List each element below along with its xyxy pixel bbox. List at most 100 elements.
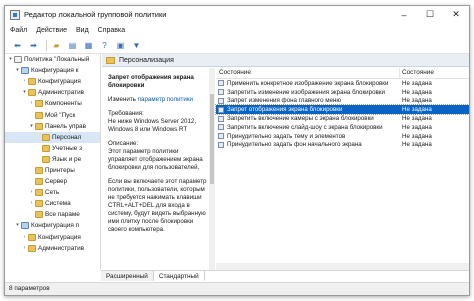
close-icon: ✕	[452, 9, 460, 19]
tree-item-label: Мой "Пуск	[45, 111, 76, 119]
policy-name-cell: Принудительно задать фон начального экра…	[216, 141, 400, 148]
collapsed-chevron-icon[interactable]: ›	[21, 232, 28, 243]
policy-row[interactable]: Принудительно задать тему и элементов Не …	[216, 132, 469, 141]
maximize-button[interactable]: ☐	[417, 6, 443, 23]
tree-item[interactable]: Принтеры	[5, 165, 100, 176]
show-tree-button[interactable]: ▤	[66, 39, 79, 52]
tree-item[interactable]: Язык и ре	[5, 154, 100, 165]
tree-item-label: Административ	[38, 244, 85, 252]
filter-icon: ▼	[132, 40, 141, 50]
policy-status: Не задана	[402, 132, 432, 140]
expanded-chevron-icon[interactable]: ▾	[14, 65, 21, 76]
collapsed-chevron-icon[interactable]: ›	[28, 198, 35, 209]
policy-setting-icon	[218, 89, 224, 96]
export-button[interactable]: ▣	[114, 39, 127, 52]
expanded-chevron-icon[interactable]: ▾	[14, 220, 21, 231]
description-block: Описание: Этот параметр политики управляе…	[108, 140, 208, 172]
tree-item[interactable]: ▾ Панель управ	[5, 121, 100, 132]
tree-item[interactable]: Все параме	[5, 209, 100, 220]
folder-up-button[interactable]: ▰	[50, 39, 63, 52]
requirements: Требования: Не ниже Windows Server 2012, …	[108, 110, 208, 134]
policy-name: Запрет отображения экрана блокировки	[227, 106, 343, 114]
tree-item[interactable]: ▾ Политика "Локальный	[5, 54, 100, 65]
close-button[interactable]: ✕	[443, 6, 469, 23]
policy-name-cell: Применить конкретное изображение экрана …	[216, 80, 400, 87]
tree-item[interactable]: › Административ	[5, 243, 100, 254]
tree-item[interactable]: ▾ Конфигурация к	[5, 65, 100, 76]
column-header-status[interactable]: Состояние	[400, 68, 469, 78]
tree-item-label: Сервер	[45, 178, 68, 186]
description-pane: Запрет отображения экрана блокировки Изм…	[102, 68, 214, 270]
policy-list: Состояние Состояние Применить конкретное…	[215, 68, 469, 270]
menu-file[interactable]: Файл	[10, 27, 27, 34]
tab-standard[interactable]: Стандартный	[153, 271, 205, 281]
policy-status: Не задана	[402, 141, 432, 149]
status-text: 8 параметров	[9, 285, 50, 292]
back-button[interactable]: ⬅	[11, 39, 24, 52]
tree-item[interactable]: Персонал	[5, 131, 100, 143]
tree-item[interactable]: Сервер	[5, 176, 100, 187]
tree-item[interactable]: › Система	[5, 198, 100, 209]
properties-button[interactable]: ▦	[82, 39, 95, 52]
menu-action[interactable]: Действие	[36, 27, 67, 34]
computer-icon	[21, 67, 29, 75]
tree-item-label: Принтеры	[45, 166, 75, 174]
list-horizontal-scrollbar[interactable]	[216, 263, 469, 270]
tree-item[interactable]: ▾ Конфигурация п	[5, 220, 100, 231]
window-title: Редактор локальной групповой политики	[24, 10, 167, 19]
help-button[interactable]: ?	[98, 39, 111, 52]
tree-item[interactable]: › Компоненты	[5, 98, 100, 109]
tree-item[interactable]: › Конфигурация	[5, 232, 100, 243]
tab-extended[interactable]: Расширенный	[101, 271, 154, 281]
filter-button[interactable]: ▼	[130, 39, 143, 52]
folder-icon	[106, 56, 115, 64]
policy-row[interactable]: Принудительно задать фон начального экра…	[216, 141, 469, 150]
tree-item-label: Все параме	[45, 211, 80, 219]
tree-item-label: Конфигурация	[38, 233, 81, 241]
tree-item[interactable]: › Конфигурация	[5, 76, 100, 87]
menu-view[interactable]: Вид	[76, 27, 89, 34]
tree-item-label: Конфигурация	[38, 78, 81, 86]
policy-name: Принудительно задать фон начального экра…	[227, 141, 362, 149]
tree-item-label: Конфигурация п	[31, 222, 80, 230]
policy-status: Не задана	[402, 88, 432, 96]
tree-item-label: Панель управ	[45, 122, 87, 130]
column-header-state[interactable]: Состояние	[216, 68, 400, 78]
tree-item[interactable]: Мой "Пуск	[5, 109, 100, 120]
policy-row[interactable]: Запрет изменения фона главного меню Не за…	[216, 97, 469, 106]
expanded-chevron-icon[interactable]: ▾	[28, 121, 35, 132]
policy-title: Запрет отображения экрана блокировки	[108, 74, 194, 89]
collapsed-chevron-icon[interactable]: ›	[21, 76, 28, 87]
collapsed-chevron-icon[interactable]: ›	[21, 243, 28, 254]
menu-help[interactable]: Справка	[98, 27, 125, 34]
tree-item-label: Язык и ре	[52, 155, 82, 163]
policy-row[interactable]: Применить конкретное изображение экрана …	[216, 79, 469, 88]
folder-icon	[28, 78, 36, 86]
forward-button[interactable]: ➡	[27, 39, 40, 52]
tree-item-label: Сеть	[45, 189, 60, 197]
collapsed-chevron-icon[interactable]: ›	[28, 187, 35, 198]
policy-row[interactable]: Запретить включение слайд-шоу с экрана б…	[216, 123, 469, 132]
tree-item[interactable]: Учетные з	[5, 143, 100, 154]
policy-row[interactable]: Запретить включение камеры с экрана блок…	[216, 114, 469, 123]
edit-policy-link[interactable]: параметр политики	[138, 96, 193, 103]
expanded-chevron-icon[interactable]: ▾	[7, 54, 14, 65]
expanded-chevron-icon[interactable]: ▾	[21, 87, 28, 98]
policy-setting-icon	[218, 133, 224, 140]
collapsed-chevron-icon[interactable]: ›	[28, 98, 35, 109]
policy-status: Не задана	[402, 106, 432, 114]
minimize-button[interactable]: –	[391, 6, 417, 23]
policy-status: Не задана	[402, 123, 432, 131]
policy-name: Запретить включение слайд-шоу с экрана б…	[227, 123, 383, 131]
folder-icon	[28, 89, 36, 97]
policy-row[interactable]: Запретить изменение изображения экрана б…	[216, 88, 469, 97]
tree-item[interactable]: › Сеть	[5, 187, 100, 198]
menu-bar: Файл Действие Вид Справка	[5, 23, 469, 37]
policy-row[interactable]: Запрет отображения экрана блокировки Не з…	[215, 104, 469, 116]
description-scrollbar[interactable]	[209, 68, 215, 270]
scrollbar-thumb[interactable]	[210, 94, 214, 184]
policy-name-cell: Принудительно задать тему и элементов	[216, 133, 400, 140]
section-title: Персонализация	[119, 56, 174, 64]
folder-icon	[35, 166, 43, 174]
tree-item[interactable]: ▾ Административ	[5, 87, 100, 98]
